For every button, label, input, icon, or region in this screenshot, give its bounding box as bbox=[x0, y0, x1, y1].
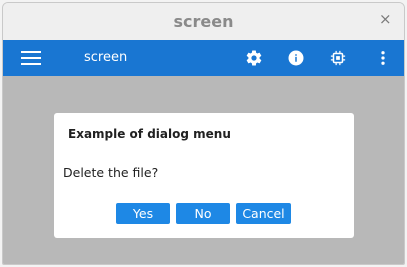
window-titlebar[interactable]: screen × bbox=[3, 3, 404, 41]
more-vert-icon[interactable] bbox=[374, 49, 392, 67]
window-title: screen bbox=[173, 12, 234, 31]
close-icon[interactable]: × bbox=[379, 12, 393, 27]
settings-icon[interactable] bbox=[245, 49, 263, 67]
dialog-title: Example of dialog menu bbox=[68, 127, 231, 141]
dialog: Example of dialog menu Delete the file? … bbox=[54, 113, 354, 238]
dialog-message: Delete the file? bbox=[63, 165, 159, 180]
yes-button[interactable]: Yes bbox=[116, 203, 170, 224]
no-button[interactable]: No bbox=[176, 203, 230, 224]
hamburger-menu-icon[interactable] bbox=[21, 51, 41, 65]
chip-icon[interactable] bbox=[329, 49, 347, 67]
info-icon[interactable] bbox=[287, 49, 305, 67]
app-window: screen × screen Example of dialog menu D… bbox=[2, 2, 405, 265]
app-bar-title: screen bbox=[84, 50, 128, 65]
cancel-button[interactable]: Cancel bbox=[236, 203, 291, 224]
app-bar: screen bbox=[3, 40, 404, 76]
dimmed-background-overlay[interactable]: Example of dialog menu Delete the file? … bbox=[3, 76, 404, 264]
